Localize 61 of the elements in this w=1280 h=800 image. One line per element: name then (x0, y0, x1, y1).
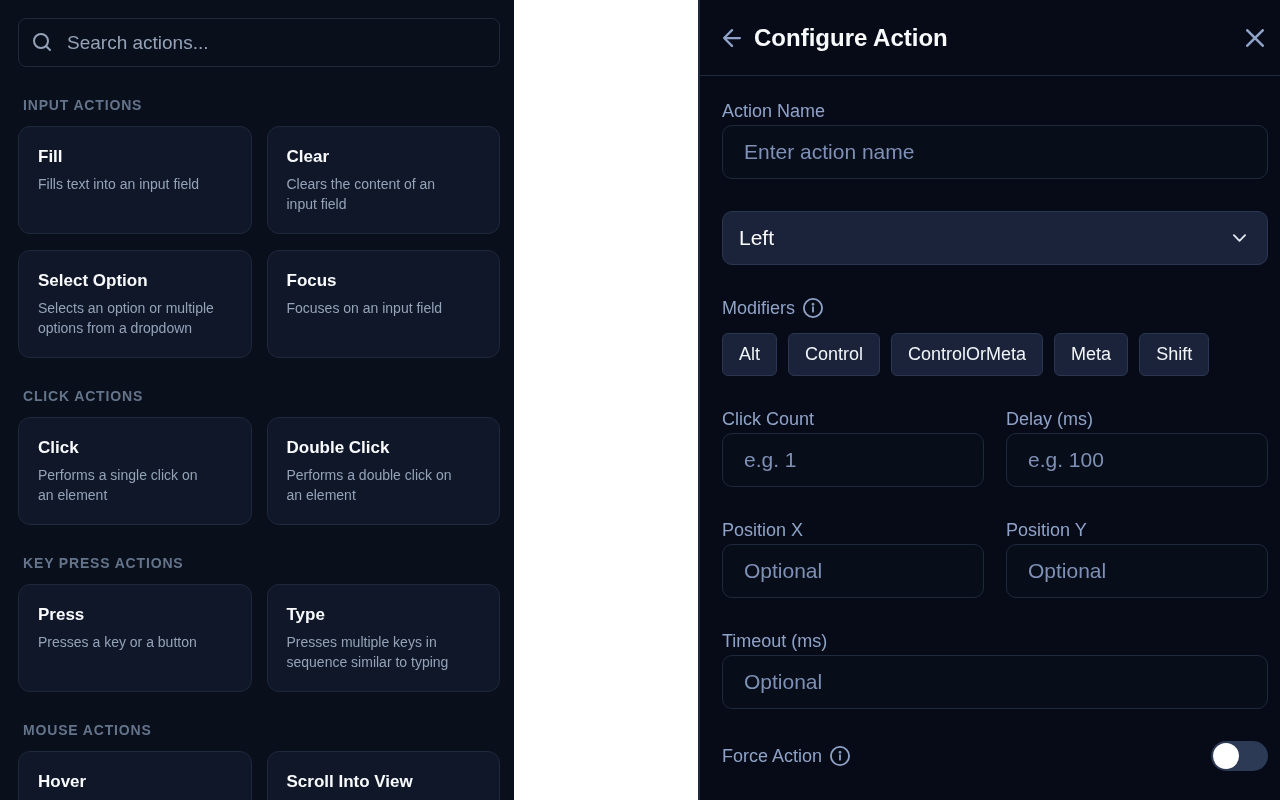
action-title: Fill (38, 146, 63, 168)
action-card[interactable]: Press Presses a key or a button (18, 584, 252, 692)
search-field[interactable]: Search actions... (18, 18, 500, 67)
info-icon[interactable] (830, 746, 851, 766)
modifier-button[interactable]: Meta (1054, 333, 1129, 376)
input-field[interactable]: Optional (722, 655, 1268, 709)
action-card[interactable]: Focus Focuses on an input field (266, 250, 500, 358)
action-description: Performs a double click on an element (286, 466, 453, 505)
action-card[interactable]: Fill Fills text into an input field (18, 126, 252, 234)
field-label: Position X (722, 519, 804, 541)
field-label: Force Action (722, 745, 823, 767)
section-heading: INPUT ACTIONS (23, 96, 143, 114)
input-field[interactable]: e.g. 1 (722, 433, 984, 487)
action-card[interactable]: Select Option Selects an option or multiple options from a dropdown (18, 250, 252, 358)
modifier-button[interactable]: Alt (722, 333, 777, 376)
action-title: Hover (38, 771, 87, 793)
action-title: Clear (286, 146, 330, 168)
action-description: Clears the content of an input field (286, 175, 437, 214)
section-heading: KEY PRESS ACTIONS (23, 554, 184, 572)
action-card[interactable]: Scroll Into View (266, 751, 500, 800)
field-label: Timeout (ms) (722, 630, 828, 652)
action-description: Presses multiple keys in sequence similar to typing (286, 633, 450, 672)
field-label: Modifiers (722, 297, 796, 319)
input-field[interactable]: Optional (1006, 544, 1268, 598)
field-label: Click Count (722, 408, 815, 430)
input-field[interactable]: e.g. 100 (1006, 433, 1268, 487)
action-title: Press (38, 604, 85, 626)
toggle-switch[interactable] (1211, 741, 1268, 771)
action-description: Fills text into an input field (38, 175, 200, 194)
field-label: Action Name (722, 100, 826, 122)
modifier-button[interactable]: ControlOrMeta (891, 333, 1044, 376)
search-icon (33, 33, 51, 51)
action-card[interactable]: Click Performs a single click on an element (18, 417, 252, 525)
action-title: Scroll Into View (286, 771, 413, 793)
action-title: Select Option (38, 270, 148, 292)
close-icon[interactable] (1246, 28, 1264, 47)
action-card[interactable]: Clear Clears the content of an input field (266, 126, 500, 234)
modifier-button[interactable]: Shift (1139, 333, 1210, 376)
modifier-button[interactable]: Control (788, 333, 881, 376)
action-title: Focus (286, 270, 337, 292)
field-label: Position Y (1006, 519, 1087, 541)
field-label: Delay (ms) (1006, 408, 1093, 430)
action-description: Performs a single click on an element (38, 466, 199, 505)
action-title: Type (286, 604, 325, 626)
action-card[interactable]: Hover (18, 751, 252, 800)
action-card[interactable]: Type Presses multiple keys in sequence similar to typing (266, 584, 500, 692)
action-title: Click (38, 437, 79, 459)
input-field[interactable]: Enter action name (722, 125, 1268, 179)
action-title: Double Click (286, 437, 390, 459)
back-arrow-icon[interactable] (723, 28, 741, 47)
action-description: Presses a key or a button (38, 633, 197, 652)
section-heading: CLICK ACTIONS (23, 387, 144, 405)
chevron-down-icon (1233, 234, 1246, 242)
panel-title: Configure Action (754, 22, 948, 53)
section-heading: MOUSE ACTIONS (23, 721, 152, 739)
action-description: Focuses on an input field (286, 299, 443, 318)
mouse-button-select[interactable]: Left (722, 211, 1268, 265)
action-card[interactable]: Double Click Performs a double click on an element (266, 417, 500, 525)
action-description: Selects an option or multiple options from a dropdown (38, 299, 215, 338)
info-icon[interactable] (803, 298, 824, 318)
input-field[interactable]: Optional (722, 544, 984, 598)
